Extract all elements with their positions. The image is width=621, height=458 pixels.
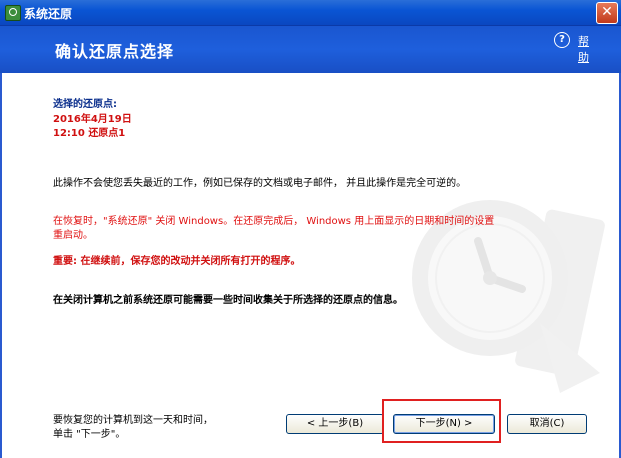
help-icon[interactable]: ? [554,32,570,48]
help-label[interactable]: 帮助 [578,33,589,65]
window-border-left [0,73,2,458]
back-button[interactable]: < 上一步(B) [286,414,384,434]
selected-point-label: 选择的还原点: [53,99,117,110]
system-restore-window: 系统还原 ✕ 确认还原点选择 ? 帮助 选择的还原点: 2016年4月19日 1… [0,0,621,458]
cancel-button[interactable]: 取消(C) [507,414,587,434]
title-bar: 系统还原 ✕ [0,0,621,26]
footer-instruction-line2: 单击 "下一步"。 [53,429,126,440]
collect-info-text: 在关闭计算机之前系统还原可能需要一些时间收集关于所选择的还原点的信息。 [53,295,403,306]
selected-restore-point: 12:10 还原点1 [53,128,126,139]
important-notice: 重要: 在继续前，保存您的改动并关闭所有打开的程序。 [53,256,301,267]
next-button-highlight-box [382,399,501,443]
page-title: 确认还原点选择 [55,42,175,61]
header-band: 确认还原点选择 ? 帮助 [0,26,621,73]
close-button[interactable]: ✕ [596,2,618,24]
footer-instruction-line1: 要恢复您的计算机到这一天和时间， [53,415,213,426]
restart-notice-line1: 在恢复时，"系统还原" 关闭 Windows。在还原完成后， Windows 用… [53,216,495,227]
content-area: 选择的还原点: 2016年4月19日 12:10 还原点1 此操作不会使您丢失最… [0,73,621,458]
restart-notice-line2: 重启动。 [53,230,93,241]
info-text: 此操作不会使您丢失最近的工作，例如已保存的文档或电子邮件， 并且此操作是完全可逆… [53,178,467,189]
window-title: 系统还原 [24,7,73,21]
system-restore-icon [5,5,21,21]
selected-date: 2016年4月19日 [53,114,132,125]
